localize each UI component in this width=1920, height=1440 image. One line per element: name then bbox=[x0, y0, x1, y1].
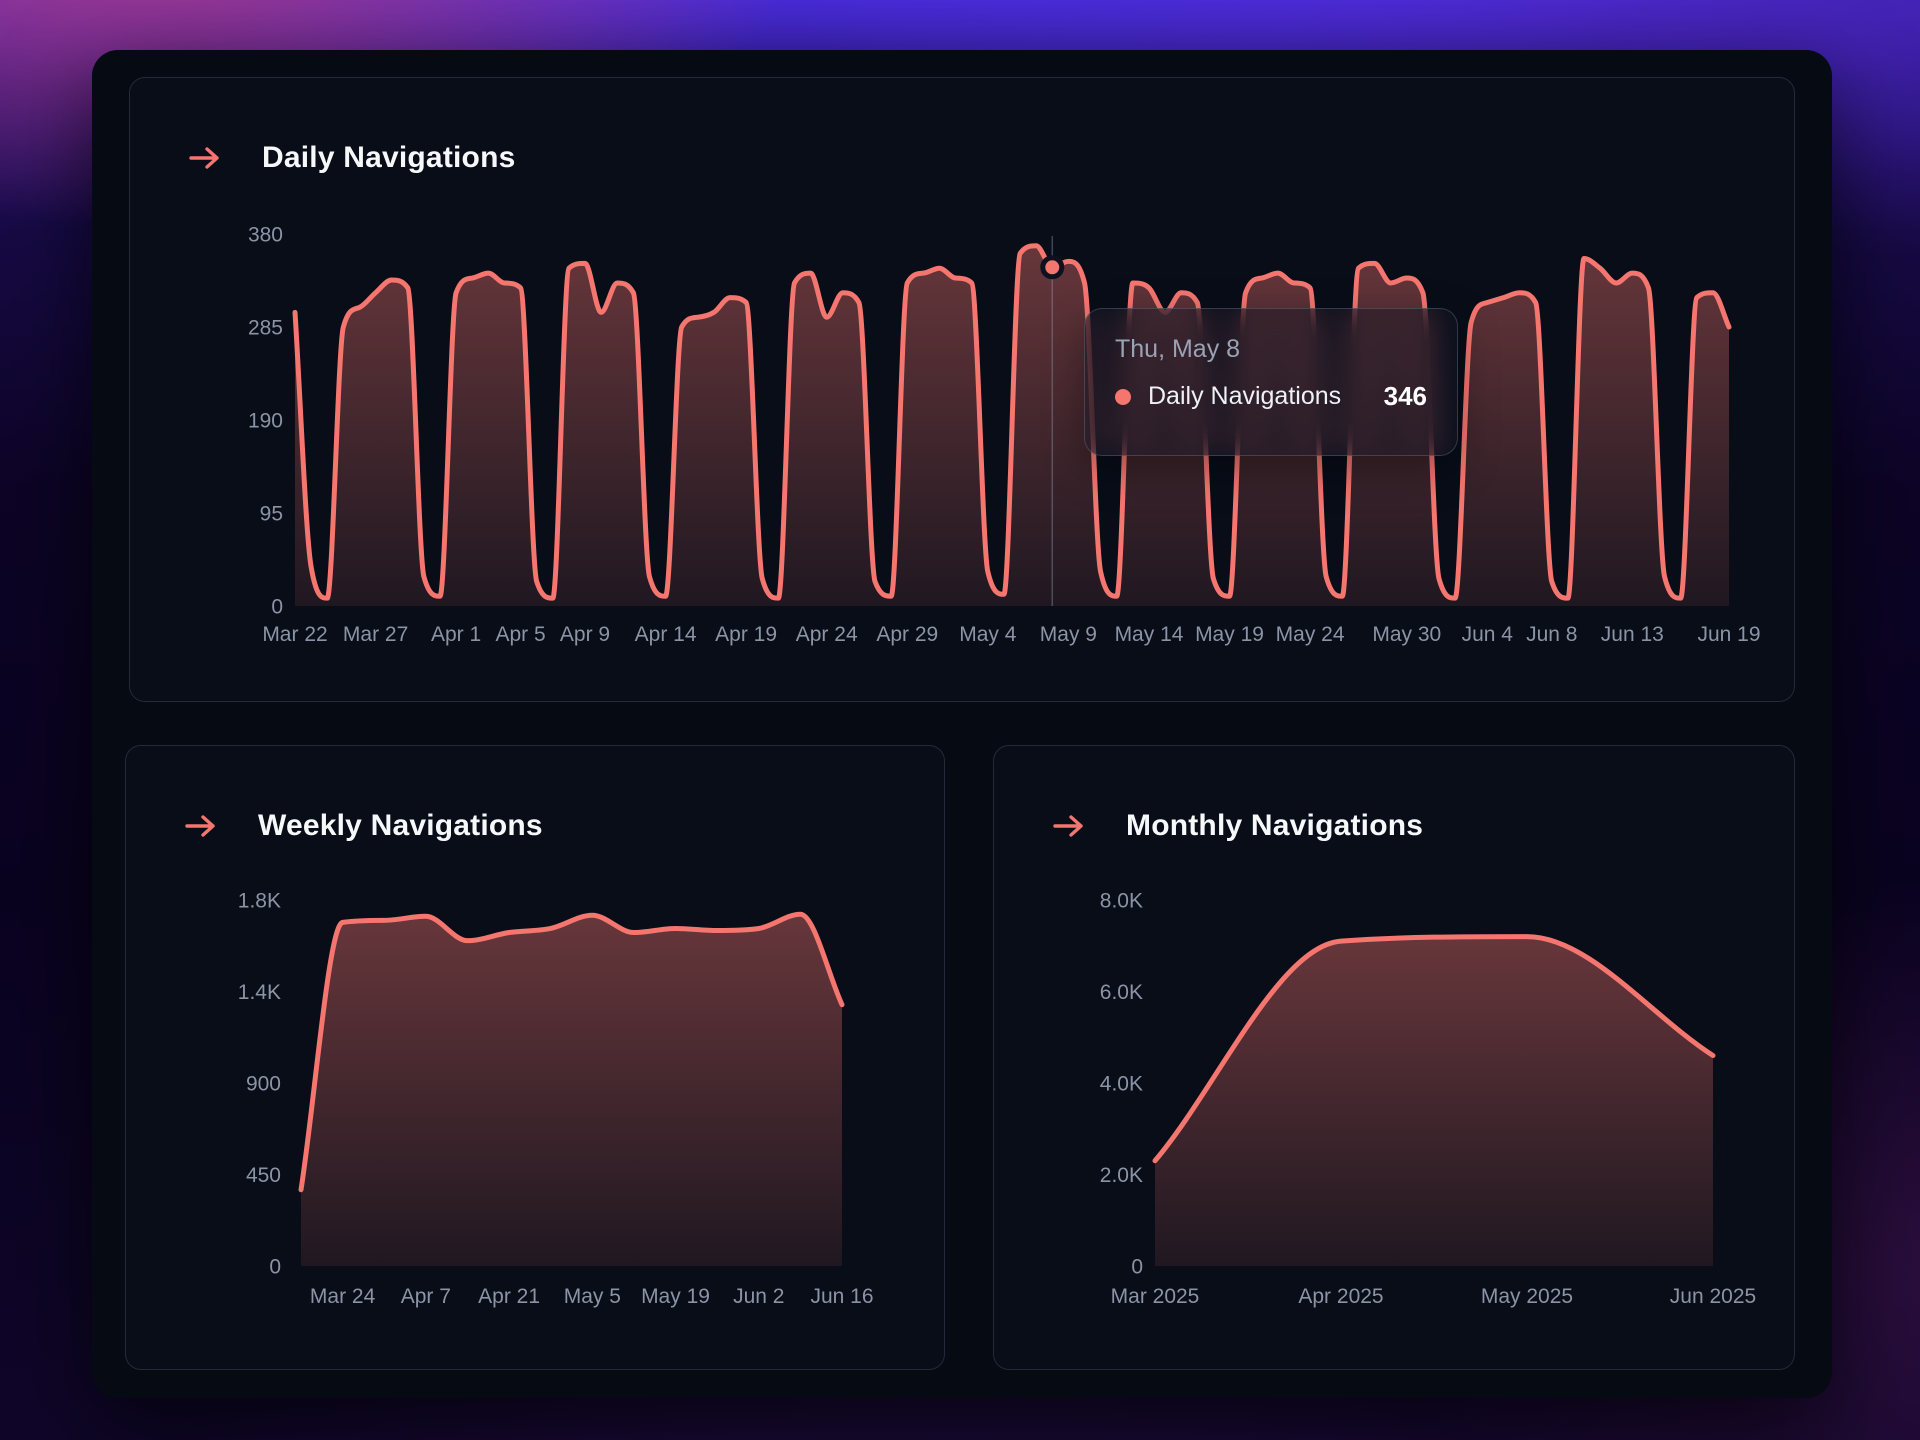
x-axis-label: Apr 19 bbox=[715, 623, 777, 646]
chart-tooltip: Thu, May 8 Daily Navigations 346 bbox=[1084, 308, 1458, 456]
y-axis-label: 190 bbox=[248, 409, 283, 432]
x-axis-label: Apr 14 bbox=[635, 623, 697, 646]
weekly-navigations-card: 0 450 900 1.4K 1.8K Mar 24 Apr 7 Apr 21 May 5 May… bbox=[125, 745, 945, 1370]
x-axis-label: May 30 bbox=[1372, 623, 1441, 646]
y-axis-label: 95 bbox=[260, 502, 283, 525]
x-axis-label: Apr 1 bbox=[431, 623, 481, 646]
arrow-right-icon bbox=[1052, 813, 1086, 839]
hover-point-dot bbox=[1043, 258, 1062, 277]
x-axis-label: Apr 7 bbox=[401, 1285, 451, 1308]
y-axis-label: 8.0K bbox=[1100, 889, 1143, 912]
card-title: Daily Navigations bbox=[262, 141, 515, 175]
x-axis-label: Mar 22 bbox=[262, 623, 327, 646]
x-axis-label: May 24 bbox=[1276, 623, 1345, 646]
x-axis-label: May 9 bbox=[1040, 623, 1097, 646]
y-axis-label: 0 bbox=[1131, 1255, 1143, 1278]
x-axis-label: May 19 bbox=[1195, 623, 1264, 646]
x-axis-label: Mar 24 bbox=[310, 1285, 376, 1308]
x-axis-label: Apr 29 bbox=[876, 623, 938, 646]
app-window: 0 95 190 285 380 Mar 22 Mar 27 Apr 1 Apr 5 Apr 9 A… bbox=[92, 50, 1832, 1398]
x-axis-label: May 5 bbox=[564, 1285, 621, 1308]
x-axis-label: Jun 19 bbox=[1697, 623, 1760, 646]
arrow-right-icon bbox=[188, 145, 222, 171]
x-axis-label: Jun 16 bbox=[810, 1285, 873, 1308]
card-header: Daily Navigations bbox=[188, 134, 515, 182]
x-axis-label: Apr 5 bbox=[495, 623, 545, 646]
y-axis-label: 900 bbox=[246, 1072, 281, 1095]
x-axis-label: May 2025 bbox=[1481, 1285, 1573, 1308]
card-header: Weekly Navigations bbox=[184, 802, 543, 850]
x-axis-label: Jun 2025 bbox=[1670, 1285, 1756, 1308]
y-axis-label: 1.4K bbox=[238, 981, 281, 1004]
x-axis-label: May 14 bbox=[1115, 623, 1184, 646]
monthly-navigations-card: 0 2.0K 4.0K 6.0K 8.0K Mar 2025 Apr 2025 May 202… bbox=[993, 745, 1795, 1370]
x-axis-label: Jun 13 bbox=[1601, 623, 1664, 646]
y-axis-label: 2.0K bbox=[1100, 1164, 1143, 1187]
area-fill bbox=[301, 914, 842, 1266]
x-axis-label: Apr 24 bbox=[796, 623, 858, 646]
arrow-right-icon bbox=[184, 813, 218, 839]
card-header: Monthly Navigations bbox=[1052, 802, 1423, 850]
y-axis-label: 450 bbox=[246, 1164, 281, 1187]
y-axis-label: 1.8K bbox=[238, 889, 281, 912]
x-axis-label: May 19 bbox=[641, 1285, 710, 1308]
tooltip-value: 346 bbox=[1384, 381, 1427, 412]
tooltip-series-row: Daily Navigations 346 bbox=[1115, 381, 1427, 412]
tooltip-series-label: Daily Navigations bbox=[1148, 382, 1341, 411]
x-axis-label: Mar 2025 bbox=[1111, 1285, 1200, 1308]
x-axis-label: Apr 9 bbox=[560, 623, 610, 646]
x-axis-label: May 4 bbox=[959, 623, 1017, 646]
card-title: Weekly Navigations bbox=[258, 809, 543, 843]
x-axis-label: Jun 4 bbox=[1462, 623, 1514, 646]
daily-navigations-card: 0 95 190 285 380 Mar 22 Mar 27 Apr 1 Apr 5 Apr 9 A… bbox=[129, 77, 1795, 702]
y-axis-label: 0 bbox=[271, 595, 283, 618]
x-axis-label: Apr 21 bbox=[478, 1285, 540, 1308]
y-axis-label: 4.0K bbox=[1100, 1072, 1143, 1095]
y-axis-label: 0 bbox=[269, 1255, 281, 1278]
x-axis-label: Mar 27 bbox=[343, 623, 408, 646]
y-axis-label: 380 bbox=[248, 223, 283, 246]
x-axis-label: Jun 8 bbox=[1526, 623, 1577, 646]
card-title: Monthly Navigations bbox=[1126, 809, 1423, 843]
x-axis-label: Apr 2025 bbox=[1298, 1285, 1383, 1308]
y-axis-label: 6.0K bbox=[1100, 981, 1143, 1004]
y-axis-label: 285 bbox=[248, 316, 283, 339]
series-dot-icon bbox=[1115, 389, 1131, 405]
x-axis-label: Jun 2 bbox=[733, 1285, 784, 1308]
tooltip-date: Thu, May 8 bbox=[1115, 335, 1427, 364]
